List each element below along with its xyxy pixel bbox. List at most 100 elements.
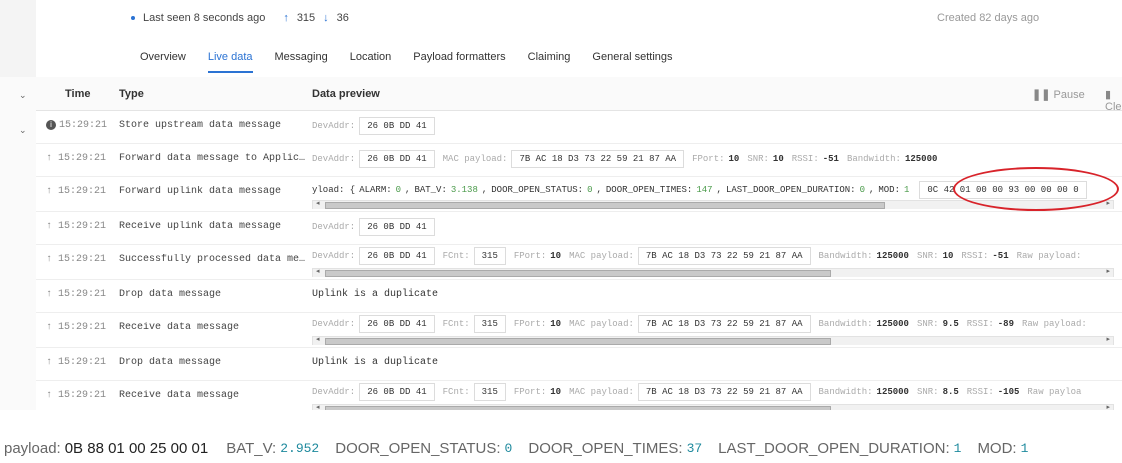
fport-label: FPort:	[513, 251, 547, 261]
snr-value: 10	[772, 154, 784, 164]
scroll-left-icon[interactable]: ◂	[316, 403, 320, 410]
arrow-up-icon: ↑	[46, 390, 59, 401]
horizontal-scrollbar[interactable]: ◂ ▸	[312, 268, 1114, 277]
fcnt-value: 315	[473, 315, 506, 333]
tab-location[interactable]: Location	[350, 51, 392, 73]
bandwidth-value: 125000	[876, 387, 909, 397]
fport-label: FPort:	[513, 387, 547, 397]
fport-value: 10	[550, 387, 562, 397]
preview-fields: DevAddr: 26 0B DD 41	[312, 218, 443, 236]
devaddr-label: DevAddr:	[312, 154, 356, 164]
dot-key: DOOR_OPEN_TIMES:	[528, 440, 683, 457]
table-row[interactable]: ↑ 15:29:21 Receive data message DevAddr:…	[36, 381, 1122, 410]
table-row[interactable]: ↑ 15:29:21 Drop data message Uplink is a…	[36, 280, 1122, 313]
fcnt-label: FCnt:	[442, 387, 470, 397]
scroll-right-icon[interactable]: ▸	[1106, 267, 1110, 275]
decoded-payload-panel: payload: 0B 88 01 00 25 00 01 BAT_V: 2.9…	[0, 410, 1122, 463]
row-time: ↑ 15:29:21	[46, 322, 107, 333]
preview-fields: Uplink is a duplicate	[312, 357, 446, 368]
mac-label: MAC payload:	[442, 154, 508, 164]
ldod-key: LAST_DOOR_OPEN_DURATION:	[725, 185, 856, 195]
scroll-left-icon[interactable]: ◂	[316, 199, 320, 207]
tab-live-data[interactable]: Live data	[207, 51, 253, 73]
row-preview: DevAddr: 26 0B DD 41 FCnt: 315 FPort: 10…	[312, 313, 1122, 345]
devaddr-value: 26 0B DD 41	[359, 218, 435, 236]
row-time: ↑ 15:29:21	[46, 153, 107, 164]
row-type: Drop data message	[119, 289, 222, 300]
pause-button[interactable]: ❚❚ Pause	[1032, 88, 1085, 101]
scroll-right-icon[interactable]: ▸	[1106, 335, 1110, 343]
dot-value: 147	[696, 185, 713, 195]
table-row[interactable]: ↑ 15:29:21 Successfully processed data m…	[36, 245, 1122, 280]
snr-value: 9.5	[942, 319, 959, 329]
row-type: Forward data message to Applic…	[119, 153, 305, 164]
tab-messaging[interactable]: Messaging	[275, 51, 328, 73]
preview-fields: Uplink is a duplicate	[312, 289, 446, 300]
tab-payload-formatters[interactable]: Payload formatters	[413, 51, 505, 73]
table-row[interactable]: ↑ 15:29:21 Receive data message DevAddr:…	[36, 313, 1122, 348]
created-text: Created 82 days ago	[937, 12, 1040, 24]
uplink-count: 315	[296, 12, 316, 24]
devaddr-label: DevAddr:	[312, 251, 356, 261]
row-type: Receive data message	[119, 322, 240, 333]
duplicate-text: Uplink is a duplicate	[312, 357, 439, 368]
devaddr-value: 26 0B DD 41	[359, 150, 435, 168]
clear-button[interactable]: ▮ Clear	[1105, 88, 1122, 113]
arrow-up-icon: ↑	[46, 322, 59, 333]
scroll-left-icon[interactable]: ◂	[316, 267, 320, 275]
row-type: Drop data message	[119, 357, 222, 368]
ldod-key: LAST_DOOR_OPEN_DURATION:	[718, 440, 950, 457]
rssi-label: RSSI:	[966, 319, 994, 329]
arrow-up-icon: ↑	[46, 153, 59, 164]
preview-fields: DevAddr: 26 0B DD 41 MAC payload: 7B AC …	[312, 150, 945, 168]
batv-value: 3.138	[450, 185, 478, 195]
table-row[interactable]: i 15:29:21 Store upstream data message De…	[36, 111, 1122, 144]
preview-fields: DevAddr: 26 0B DD 41 FCnt: 315 FPort: 10…	[312, 247, 1085, 265]
row-type: Receive uplink data message	[119, 221, 282, 232]
arrow-up-icon: ↑	[46, 357, 59, 368]
scroll-left-icon[interactable]: ◂	[316, 335, 320, 343]
row-preview: DevAddr: 26 0B DD 41 FCnt: 315 FPort: 10…	[312, 381, 1122, 410]
devaddr-label: DevAddr:	[312, 319, 356, 329]
info-icon: i	[46, 120, 56, 130]
duplicate-text: Uplink is a duplicate	[312, 289, 439, 300]
horizontal-scrollbar[interactable]: ◂ ▸	[312, 336, 1114, 345]
table-row[interactable]: ↑ 15:29:21 Receive uplink data message D…	[36, 212, 1122, 245]
rssi-value: -51	[822, 154, 839, 164]
device-tabs: Overview Live data Messaging Location Pa…	[140, 51, 695, 73]
decoded-prefix: yload: {	[312, 185, 356, 195]
scrollbar-thumb[interactable]	[325, 202, 885, 209]
row-type: Receive data message	[119, 390, 240, 401]
devaddr-value: 26 0B DD 41	[359, 247, 435, 265]
scroll-right-icon[interactable]: ▸	[1106, 403, 1110, 410]
scrollbar-thumb[interactable]	[325, 270, 831, 277]
scrollbar-thumb[interactable]	[325, 338, 831, 345]
column-time: Time	[65, 88, 91, 100]
dos-key: DOOR_OPEN_STATUS:	[491, 185, 584, 195]
tab-overview[interactable]: Overview	[140, 51, 186, 73]
raw-payload-label: Raw payload:	[1016, 251, 1082, 261]
table-row[interactable]: ↑ 15:29:21 Forward data message to Appli…	[36, 144, 1122, 177]
arrow-up-icon: ↑	[46, 186, 59, 197]
pause-label: Pause	[1053, 89, 1085, 101]
column-data-preview: Data preview	[312, 88, 380, 100]
rssi-value: -105	[997, 387, 1020, 397]
snr-label: SNR:	[916, 319, 939, 329]
mod-key: MOD:	[878, 185, 900, 195]
row-time: i 15:29:21	[46, 120, 107, 131]
preview-fields: DevAddr: 26 0B DD 41	[312, 117, 443, 135]
mac-payload-value: 7B AC 18 D3 73 22 59 21 87 AA	[637, 383, 811, 401]
tab-claiming[interactable]: Claiming	[528, 51, 571, 73]
row-time: ↑ 15:29:21	[46, 221, 107, 232]
snr-value: 10	[942, 251, 954, 261]
collapse-all-chevron-icon[interactable]: ⌄	[19, 90, 27, 101]
dos-value: 0	[504, 441, 513, 456]
tab-general-settings[interactable]: General settings	[592, 51, 672, 73]
row-expand-chevron-icon[interactable]: ⌄	[19, 125, 27, 136]
pause-icon: ❚❚	[1032, 89, 1051, 101]
fport-label: FPort:	[692, 154, 725, 164]
mod-value: 1	[903, 185, 910, 195]
table-row[interactable]: ↑ 15:29:21 Drop data message Uplink is a…	[36, 348, 1122, 381]
alarm-key: ALARM:	[359, 185, 392, 195]
trash-icon: ▮	[1105, 89, 1112, 101]
